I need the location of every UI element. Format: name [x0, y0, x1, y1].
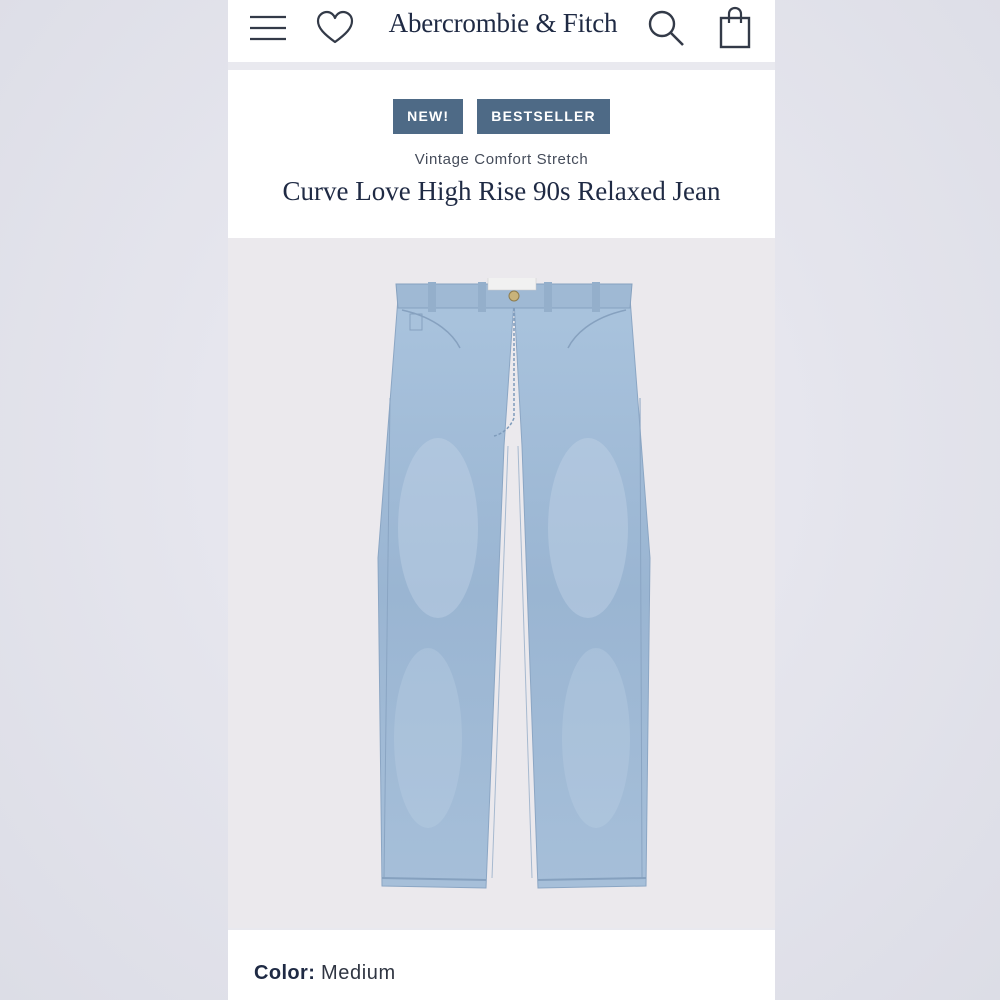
heart-icon[interactable]: [316, 10, 354, 46]
product-title-card: NEW! BESTSELLER Vintage Comfort Stretch …: [228, 70, 775, 238]
product-image[interactable]: [228, 238, 775, 928]
bag-icon[interactable]: [718, 6, 752, 50]
color-selector: Color: Medium: [228, 930, 775, 1000]
product-title: Curve Love High Rise 90s Relaxed Jean: [282, 176, 721, 206]
brand-logo[interactable]: Abercrombie & Fitch: [378, 8, 628, 39]
new-badge: NEW!: [393, 99, 464, 134]
top-nav-bar: Abercrombie & Fitch: [228, 0, 775, 62]
jeans-image: [377, 278, 651, 889]
color-label: Color:: [254, 962, 316, 984]
bestseller-badge: BESTSELLER: [477, 99, 610, 134]
product-page: Abercrombie & Fitch NEW! BESTSELLER Vint…: [228, 0, 775, 1000]
badge-row: NEW! BESTSELLER: [228, 99, 775, 134]
collection-name: Vintage Comfort Stretch: [414, 151, 589, 168]
menu-icon[interactable]: [248, 12, 288, 44]
search-icon[interactable]: [646, 8, 686, 48]
color-value: Medium: [321, 962, 396, 984]
